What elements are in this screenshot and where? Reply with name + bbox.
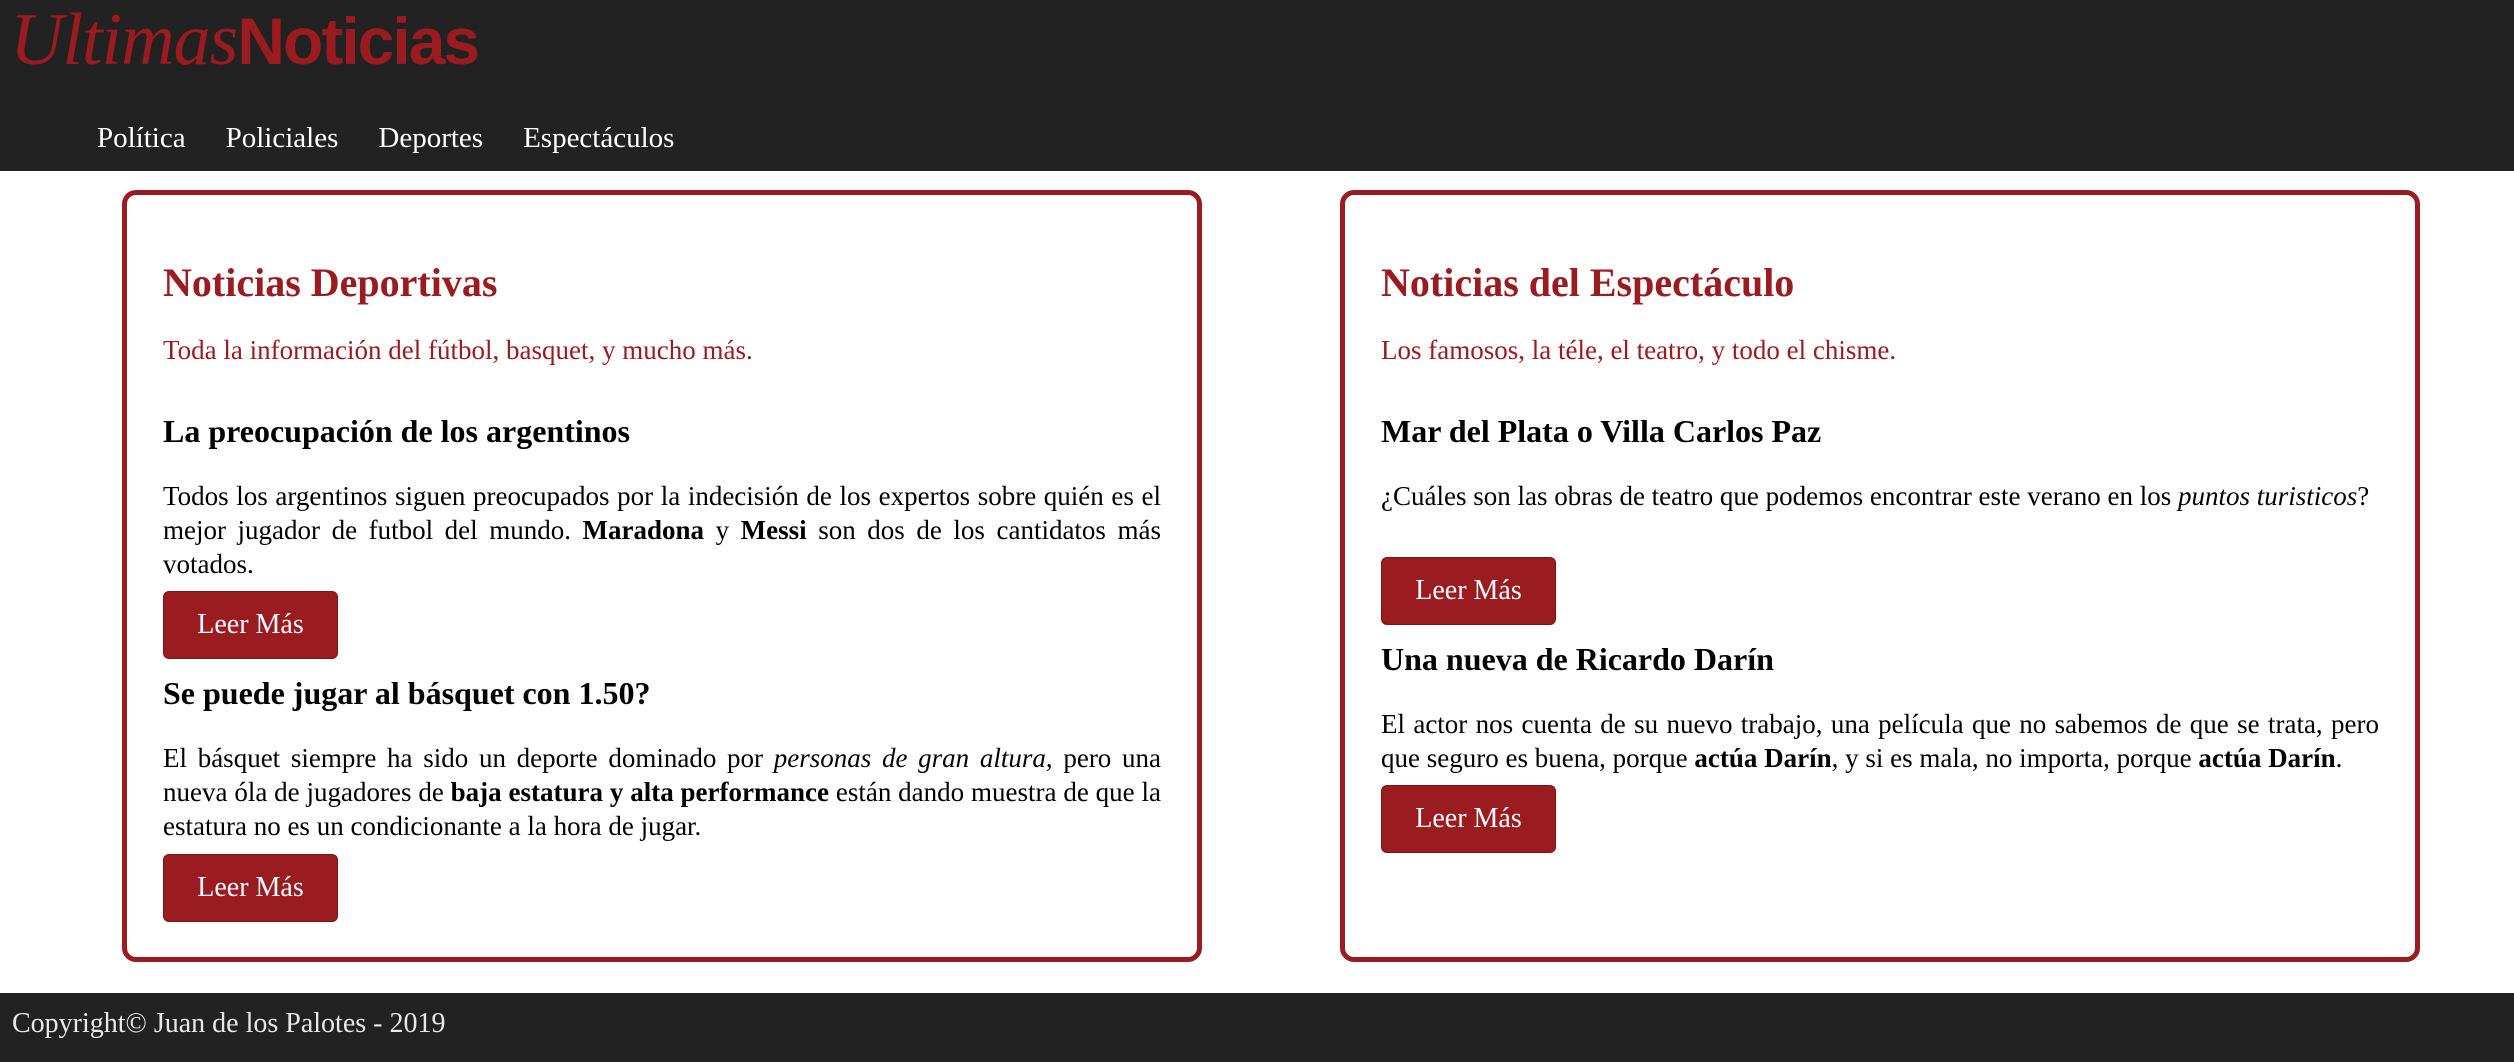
emphasis-bold: baja estatura y alta performance — [450, 777, 829, 807]
card-title: Noticias Deportivas — [163, 260, 498, 305]
nav-item-espectaculos[interactable]: Espectáculos — [523, 118, 674, 158]
logo-bold-text: Noticias — [237, 4, 480, 78]
card-subtitle: Los famosos, la téle, el teatro, y todo … — [1381, 335, 1897, 365]
emphasis-bold: Maradona — [582, 515, 705, 545]
body-text-run: , y si es mala, no importa, porque — [1831, 743, 2199, 773]
body-text-run: y — [704, 515, 741, 545]
article-body: Todos los argentinos siguen preocupados … — [163, 479, 1161, 581]
site-logo[interactable]: UltimasNoticias — [10, 3, 480, 78]
copyright-text: Copyright© Juan de los Palotes - 2019 — [12, 1008, 446, 1039]
article-title: Una nueva de Ricardo Darín — [1381, 641, 1774, 677]
article-title: Mar del Plata o Villa Carlos Paz — [1381, 413, 1822, 449]
emphasis-italic: puntos turisticos — [2178, 481, 2358, 511]
nav-item-deportes[interactable]: Deportes — [378, 118, 483, 158]
article-body: El actor nos cuenta de su nuevo trabajo,… — [1381, 707, 2379, 775]
nav-item-politica[interactable]: Política — [97, 118, 186, 158]
read-more-button[interactable]: Leer Más — [1381, 557, 1556, 625]
article-title: La preocupación de los argentinos — [163, 413, 630, 449]
emphasis-bold: actúa Darín — [1694, 743, 1832, 773]
card-subtitle: Toda la información del fútbol, basquet,… — [163, 335, 753, 365]
read-more-button[interactable]: Leer Más — [163, 854, 338, 922]
logo-italic-text: Ultimas — [10, 0, 238, 81]
body-text-run: . — [2335, 743, 2343, 773]
site-header: UltimasNoticias Política Policiales Depo… — [0, 0, 2514, 171]
emphasis-italic: personas de gran altura — [773, 743, 1046, 773]
article-body: El básquet siempre ha sido un deporte do… — [163, 741, 1161, 843]
body-text-run: ¿Cuáles son las obras de teatro que pode… — [1381, 481, 2178, 511]
article-body: ¿Cuáles son las obras de teatro que pode… — [1381, 479, 2379, 513]
site-footer: Copyright© Juan de los Palotes - 2019 — [0, 993, 2514, 1062]
card-title: Noticias del Espectáculo — [1381, 260, 1795, 305]
entertainment-news-card: Noticias del Espectáculo Los famosos, la… — [1340, 190, 2420, 962]
sports-news-card: Noticias Deportivas Toda la información … — [122, 190, 1202, 962]
main-nav: Política Policiales Deportes Espectáculo… — [97, 118, 674, 158]
read-more-button[interactable]: Leer Más — [1381, 785, 1556, 853]
article-title: Se puede jugar al básquet con 1.50? — [163, 675, 651, 711]
emphasis-bold: actúa Darín — [2198, 743, 2336, 773]
body-text-run: El básquet siempre ha sido un deporte do… — [163, 743, 774, 773]
nav-item-policiales[interactable]: Policiales — [226, 118, 339, 158]
read-more-button[interactable]: Leer Más — [163, 591, 338, 659]
body-text-run: ? — [2357, 481, 2370, 511]
emphasis-bold: Messi — [740, 515, 807, 545]
